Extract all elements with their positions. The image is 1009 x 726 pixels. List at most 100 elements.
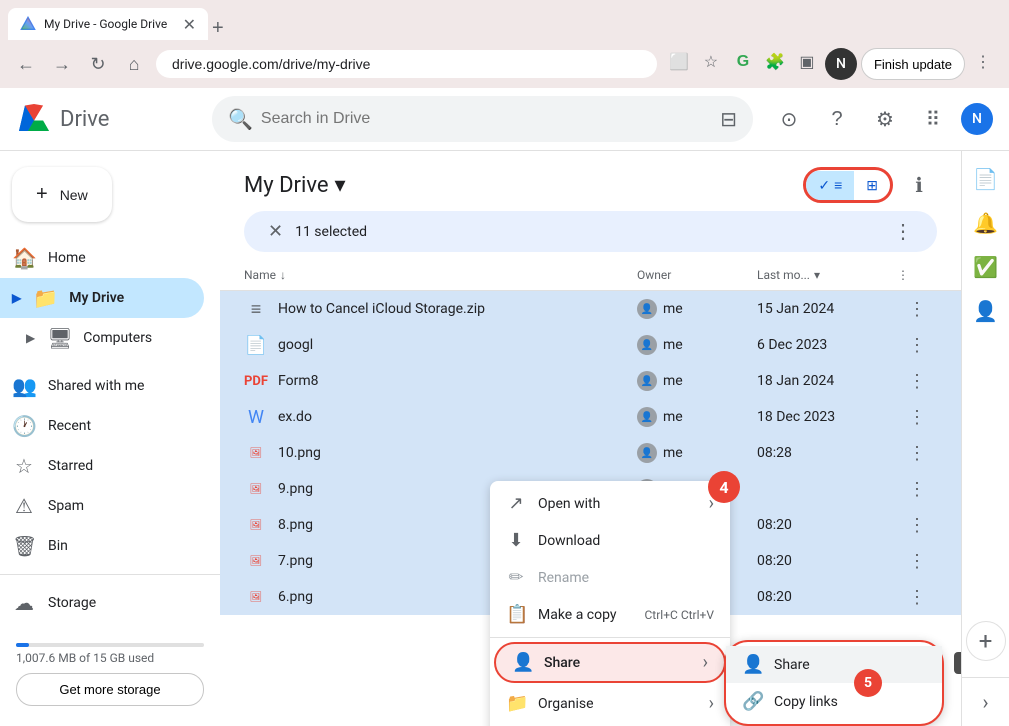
reload-button[interactable]: ↻ — [84, 50, 112, 78]
new-button-label: New — [60, 187, 88, 203]
file-more-button[interactable]: ⋮ — [897, 479, 937, 500]
support-icon[interactable]: ⊙ — [769, 99, 809, 139]
selection-more-button[interactable]: ⋮ — [893, 219, 913, 244]
storage-bar — [16, 643, 204, 647]
file-more-button[interactable]: ⋮ — [897, 407, 937, 428]
info-button[interactable]: ℹ — [901, 167, 937, 203]
right-icon-docs[interactable]: 📄 — [966, 159, 1006, 199]
right-icon-tasks[interactable]: ✅ — [966, 247, 1006, 287]
menu-item-file-info[interactable]: ℹ File information — [490, 722, 730, 726]
file-more-button[interactable]: ⋮ — [897, 299, 937, 320]
file-type-icon: 🖼 — [244, 549, 268, 573]
menu-item-open-with[interactable]: ↗ Open with › — [490, 485, 730, 522]
file-owner: 👤 me — [637, 371, 757, 391]
apps-icon[interactable]: ⠿ — [913, 99, 953, 139]
col-name[interactable]: Name ↓ — [244, 268, 637, 282]
search-filter-icon[interactable]: ⊟ — [720, 107, 737, 131]
file-name: ex.do — [278, 409, 312, 425]
col-owner[interactable]: Owner — [637, 268, 757, 282]
sidebar-item-storage[interactable]: ☁ Storage — [0, 583, 204, 623]
sidebar-item-shared[interactable]: 👥 Shared with me — [0, 366, 204, 406]
file-more-button[interactable]: ⋮ — [897, 335, 937, 356]
file-date: 6 Dec 2023 — [757, 337, 897, 353]
sidebar-item-my-drive[interactable]: ▶ 📁 My Drive — [0, 278, 204, 318]
new-button[interactable]: + New — [12, 167, 112, 222]
file-name: 9.png — [278, 481, 313, 497]
file-name: 8.png — [278, 517, 313, 533]
extension-button[interactable]: 🧩 — [761, 48, 789, 76]
submenu-share-label: Share — [774, 657, 810, 673]
app-header: Drive 🔍 ⊟ ⊙ ? ⚙ ⠿ N — [0, 88, 1009, 151]
home-button[interactable]: ⌂ — [120, 50, 148, 78]
sidebar-item-recent[interactable]: 🕐 Recent — [0, 406, 204, 446]
main-title[interactable]: My Drive ▾ — [244, 173, 346, 198]
file-more-button[interactable]: ⋮ — [897, 587, 937, 608]
sidebar-item-bin[interactable]: 🗑 Bin — [0, 526, 204, 566]
new-tab-button[interactable]: + — [212, 17, 224, 40]
drive-logo-text: Drive — [60, 107, 109, 132]
reading-mode-button[interactable]: ▣ — [793, 48, 821, 76]
copy-icon: 📋 — [506, 604, 526, 625]
sidebar-item-starred[interactable]: ☆ Starred — [0, 446, 204, 486]
menu-item-share[interactable]: 👤 Share › 👤 Share Share 11 files — [494, 642, 726, 683]
file-more-button[interactable]: ⋮ — [897, 371, 937, 392]
grid-view-button[interactable]: ⊞ — [854, 171, 890, 200]
back-button[interactable]: ← — [12, 50, 40, 78]
active-tab[interactable]: My Drive - Google Drive ✕ — [8, 8, 208, 40]
file-more-button[interactable]: ⋮ — [897, 443, 937, 464]
right-icon-contacts[interactable]: 👤 — [966, 291, 1006, 331]
user-avatar[interactable]: N — [961, 103, 993, 135]
list-view-button[interactable]: ✓ ≡ — [806, 171, 854, 200]
file-date: 08:20 — [757, 553, 897, 569]
menu-item-download[interactable]: ⬇ Download — [490, 522, 730, 559]
right-sidebar-expand[interactable]: › — [978, 686, 992, 718]
table-row[interactable]: PDF Form8 👤 me 18 Jan 2024 ⋮ — [220, 363, 961, 399]
menu-button[interactable]: ⋮ — [969, 48, 997, 76]
sidebar: + New 🏠 Home ▶ 📁 My Drive ▶ 🖥 Computers … — [0, 151, 220, 726]
table-row[interactable]: ≡ How to Cancel iCloud Storage.zip 👤 me … — [220, 291, 961, 327]
finish-update-button[interactable]: Finish update — [861, 48, 965, 80]
bookmark-button[interactable]: ☆ — [697, 48, 725, 76]
right-icon-add[interactable]: + — [966, 621, 1006, 661]
file-more-button[interactable]: ⋮ — [897, 515, 937, 536]
address-bar[interactable] — [156, 50, 657, 78]
menu-item-organise[interactable]: 📁 Organise › — [490, 685, 730, 722]
sidebar-item-computers[interactable]: ▶ 🖥 Computers — [0, 318, 204, 358]
selection-close-button[interactable]: ✕ — [268, 221, 283, 242]
submenu-item-share[interactable]: 👤 Share Share 11 files 5 — [726, 646, 942, 683]
table-row[interactable]: 🖼 10.png 👤 me 08:28 ⋮ — [220, 435, 961, 471]
search-input[interactable] — [261, 110, 712, 128]
context-menu: 4 ↗ Open with › ⬇ Download ✏ Rename — [490, 481, 730, 726]
sidebar-item-spam[interactable]: ⚠ Spam — [0, 486, 204, 526]
right-sidebar: 📄 🔔 ✅ 👤 + › — [961, 151, 1009, 726]
help-icon[interactable]: ? — [817, 99, 857, 139]
table-row[interactable]: W ex.do 👤 me 18 Dec 2023 ⋮ — [220, 399, 961, 435]
sidebar-item-home[interactable]: 🏠 Home — [0, 238, 204, 278]
app-container: Drive 🔍 ⊟ ⊙ ? ⚙ ⠿ N + New 🏠 Home — [0, 88, 1009, 698]
file-more-button[interactable]: ⋮ — [897, 551, 937, 572]
download-icon: ⬇ — [506, 530, 526, 551]
tab-close-button[interactable]: ✕ — [183, 15, 196, 34]
folder-icon: 📁 — [506, 693, 526, 714]
context-menu-overlay: 4 ↗ Open with › ⬇ Download ✏ Rename — [490, 481, 730, 726]
col-date[interactable]: Last mo... ▾ — [757, 268, 897, 282]
col-more[interactable]: ⋮ — [897, 268, 937, 282]
translate-button[interactable]: G — [729, 48, 757, 76]
cast-button[interactable]: ⬜ — [665, 48, 693, 76]
file-type-icon: 🖼 — [244, 477, 268, 501]
sort-down-icon: ↓ — [280, 268, 286, 282]
sidebar-item-arrow: ▶ — [12, 291, 21, 305]
owner-name: me — [663, 409, 683, 425]
sidebar-label-my-drive: My Drive — [69, 290, 124, 306]
menu-item-make-copy[interactable]: 📋 Make a copy Ctrl+C Ctrl+V — [490, 596, 730, 633]
sidebar-label-shared: Shared with me — [48, 378, 144, 394]
bin-icon: 🗑 — [12, 534, 36, 558]
menu-item-rename[interactable]: ✏ Rename — [490, 559, 730, 596]
table-row[interactable]: 📄 googl 👤 me 6 Dec 2023 ⋮ — [220, 327, 961, 363]
forward-button[interactable]: → — [48, 50, 76, 78]
browser-avatar[interactable]: N — [825, 48, 857, 80]
right-icon-keep[interactable]: 🔔 — [966, 203, 1006, 243]
get-storage-button[interactable]: Get more storage — [16, 673, 204, 706]
submenu-item-copy-links[interactable]: 🔗 Copy links — [726, 683, 942, 720]
settings-icon[interactable]: ⚙ — [865, 99, 905, 139]
